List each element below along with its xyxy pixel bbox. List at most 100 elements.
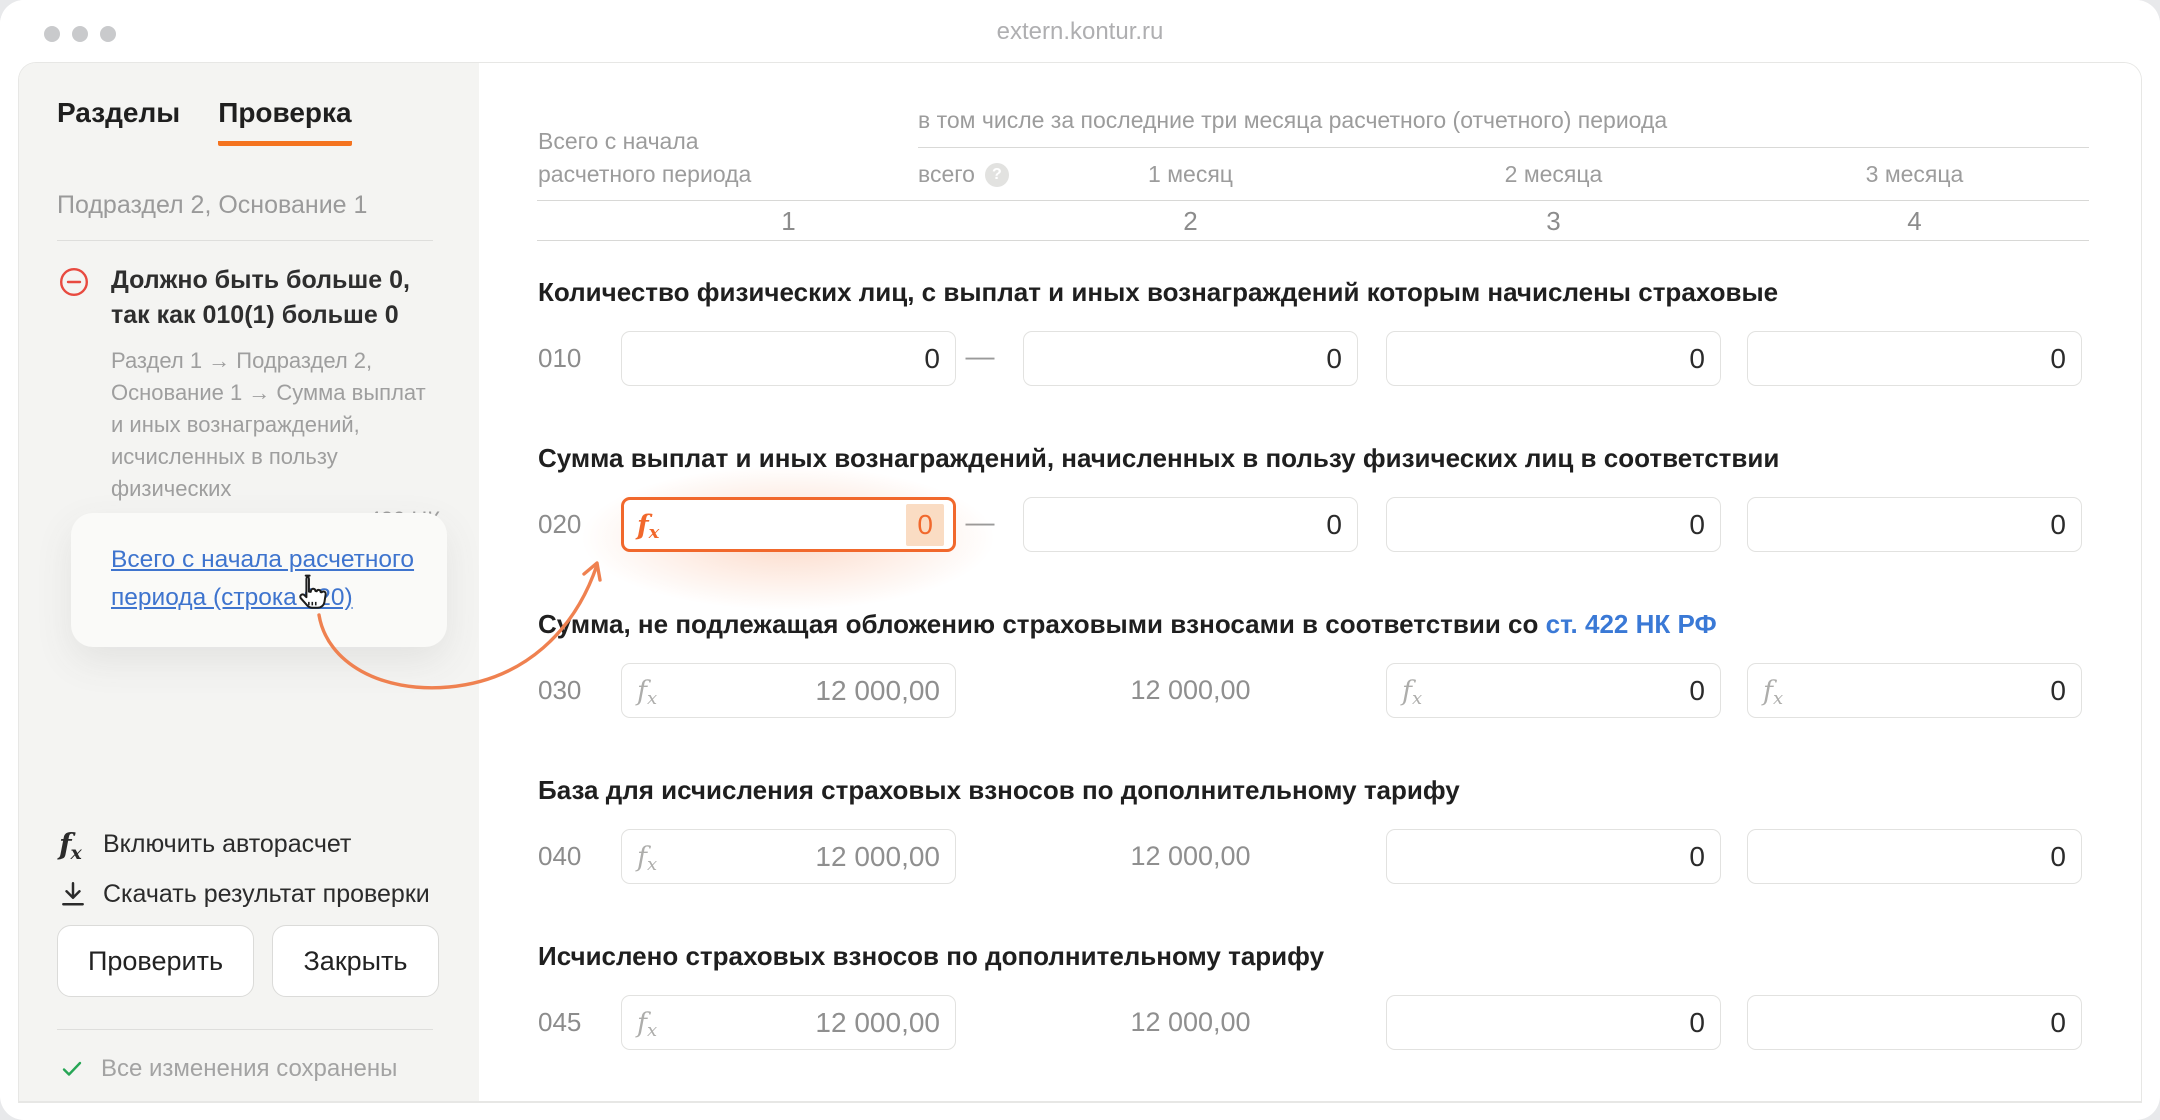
section-title-030: Сумма, не подлежащая обложению страховым… [538, 609, 1717, 640]
tab-check[interactable]: Проверка [218, 97, 351, 146]
fx-icon: fx [637, 509, 659, 541]
row-010-col2-input[interactable]: 0 [1023, 331, 1358, 386]
row-020-col3-input[interactable]: 0 [1386, 497, 1721, 552]
save-status-label: Все изменения сохранены [101, 1055, 397, 1083]
law-article-link[interactable]: ст. 422 НК РФ [1546, 609, 1717, 639]
subsection-label: Подраздел 2, Основание 1 [57, 191, 367, 220]
fx-icon: fx [59, 827, 103, 861]
save-status: Все изменения сохранены [59, 1055, 397, 1083]
row-010-col1-cell: 0 [621, 331, 956, 386]
row-030-col3-input[interactable]: fx0 [1386, 663, 1721, 718]
download-check-result-action[interactable]: Скачать результат проверки [59, 869, 430, 919]
dash-separator: — [949, 331, 1011, 386]
browser-window: extern.kontur.ru Разделы Проверка Подраз… [0, 0, 2160, 1120]
subheader-month-2: 2 месяца [1386, 161, 1721, 188]
row-040-col3-input[interactable]: 0 [1386, 829, 1721, 884]
divider [57, 1029, 433, 1030]
section-title-040: База для исчисления страховых взносов по… [538, 775, 1460, 806]
header-rule [537, 200, 2089, 201]
row-020-col1-cell: fx0 [621, 497, 956, 552]
column-number-2: 2 [1023, 206, 1358, 237]
app-card: Разделы Проверка Подраздел 2, Основание … [18, 62, 2142, 1103]
row-040-col3-cell: 0 [1386, 829, 1721, 884]
header-rule [537, 240, 2089, 241]
row-030-col4-input[interactable]: fx0 [1747, 663, 2082, 718]
row-040-col2-value: 12 000,00 [1023, 829, 1358, 884]
fx-icon: fx [637, 841, 657, 873]
row-010-col2-cell: 0 [1023, 331, 1358, 386]
minus-circle-icon [59, 267, 89, 297]
row-030-col3-cell: fx0 [1386, 663, 1721, 718]
row-040-col1-input[interactable]: fx12 000,00 [621, 829, 956, 884]
row-020-col4-input[interactable]: 0 [1747, 497, 2082, 552]
check-icon [59, 1056, 85, 1082]
row-010-col1-input[interactable]: 0 [621, 331, 956, 386]
row-020-col2-cell: 0 [1023, 497, 1358, 552]
error-link-card: Всего с начала расчетного периода (строк… [71, 513, 447, 647]
row-030-col4-cell: fx0 [1747, 663, 2082, 718]
address-url: extern.kontur.ru [0, 18, 2160, 46]
row-code-010: 010 [538, 331, 581, 386]
row-045-col3-cell: 0 [1386, 995, 1721, 1050]
row-040-col4-cell: 0 [1747, 829, 2082, 884]
section-title-020: Сумма выплат и иных вознаграждений, начи… [538, 443, 1779, 474]
tab-bar: Разделы Проверка [57, 97, 352, 146]
divider [57, 240, 433, 241]
fx-icon: fx [1402, 675, 1422, 707]
span-header: в том числе за последние три месяца расч… [918, 107, 1667, 134]
column-number-4: 4 [1747, 206, 2082, 237]
error-title: Должно быть больше 0, так как 010(1) бол… [111, 263, 441, 332]
row-010-col4-cell: 0 [1747, 331, 2082, 386]
row-code-030: 030 [538, 663, 581, 718]
row-030-col1-cell: fx12 000,00 [621, 663, 956, 718]
sidebar-actions: fx Включить авторасчет Скачать результат… [59, 819, 430, 919]
download-label: Скачать результат проверки [103, 880, 430, 909]
fx-icon: fx [637, 1007, 657, 1039]
row-045-col4-cell: 0 [1747, 995, 2082, 1050]
sidebar-buttons: Проверить Закрыть [57, 925, 439, 997]
row-045-col1-input[interactable]: fx12 000,00 [621, 995, 956, 1050]
subheader-month-1: 1 месяц [1023, 161, 1358, 188]
row-040-col1-cell: fx12 000,00 [621, 829, 956, 884]
span-header-underline [918, 147, 2089, 148]
row-020-col2-input[interactable]: 0 [1023, 497, 1358, 552]
row-code-040: 040 [538, 829, 581, 884]
goto-field-link[interactable]: Всего с начала расчетного периода (строк… [111, 546, 414, 611]
column-number-3: 3 [1386, 206, 1721, 237]
row-045-col3-input[interactable]: 0 [1386, 995, 1721, 1050]
download-icon [59, 880, 103, 908]
row-010-col3-input[interactable]: 0 [1386, 331, 1721, 386]
row-020-col3-cell: 0 [1386, 497, 1721, 552]
row-045-col1-cell: fx12 000,00 [621, 995, 956, 1050]
browser-topbar: extern.kontur.ru [0, 0, 2160, 62]
row-020-col1-input[interactable]: fx0 [621, 497, 956, 552]
help-icon[interactable]: ? [985, 163, 1009, 187]
row-045-col2-value: 12 000,00 [1023, 995, 1358, 1050]
fx-icon: fx [637, 675, 657, 707]
fx-icon: fx [1763, 675, 1783, 707]
column-number-1: 1 [621, 206, 956, 237]
tab-sections[interactable]: Разделы [57, 97, 180, 146]
subheader-all: всего ? [918, 161, 1009, 188]
row-030-col2-value: 12 000,00 [1023, 663, 1358, 718]
row-010-col3-cell: 0 [1386, 331, 1721, 386]
section-title-010: Количество физических лиц, с выплат и ин… [538, 277, 1778, 308]
row-030-col1-input[interactable]: fx12 000,00 [621, 663, 956, 718]
check-button[interactable]: Проверить [57, 925, 254, 997]
close-button[interactable]: Закрыть [272, 925, 439, 997]
row-code-045: 045 [538, 995, 581, 1050]
autocalc-label: Включить авторасчет [103, 830, 351, 859]
row-code-020: 020 [538, 497, 581, 552]
column-total-header: Всего с начала расчетного периода [538, 125, 751, 192]
row-020-col4-cell: 0 [1747, 497, 2082, 552]
row-040-col4-input[interactable]: 0 [1747, 829, 2082, 884]
all-label: всего [918, 161, 975, 188]
form-grid: Всего с начала расчетного периода в том … [479, 63, 2141, 1101]
row-010-col4-input[interactable]: 0 [1747, 331, 2082, 386]
subheader-month-3: 3 месяца [1747, 161, 2082, 188]
section-title-045: Исчислено страховых взносов по дополните… [538, 941, 1324, 972]
sidebar: Разделы Проверка Подраздел 2, Основание … [19, 63, 479, 1101]
enable-autocalc-action[interactable]: fx Включить авторасчет [59, 819, 430, 869]
row-045-col4-input[interactable]: 0 [1747, 995, 2082, 1050]
dash-separator: — [949, 497, 1011, 552]
